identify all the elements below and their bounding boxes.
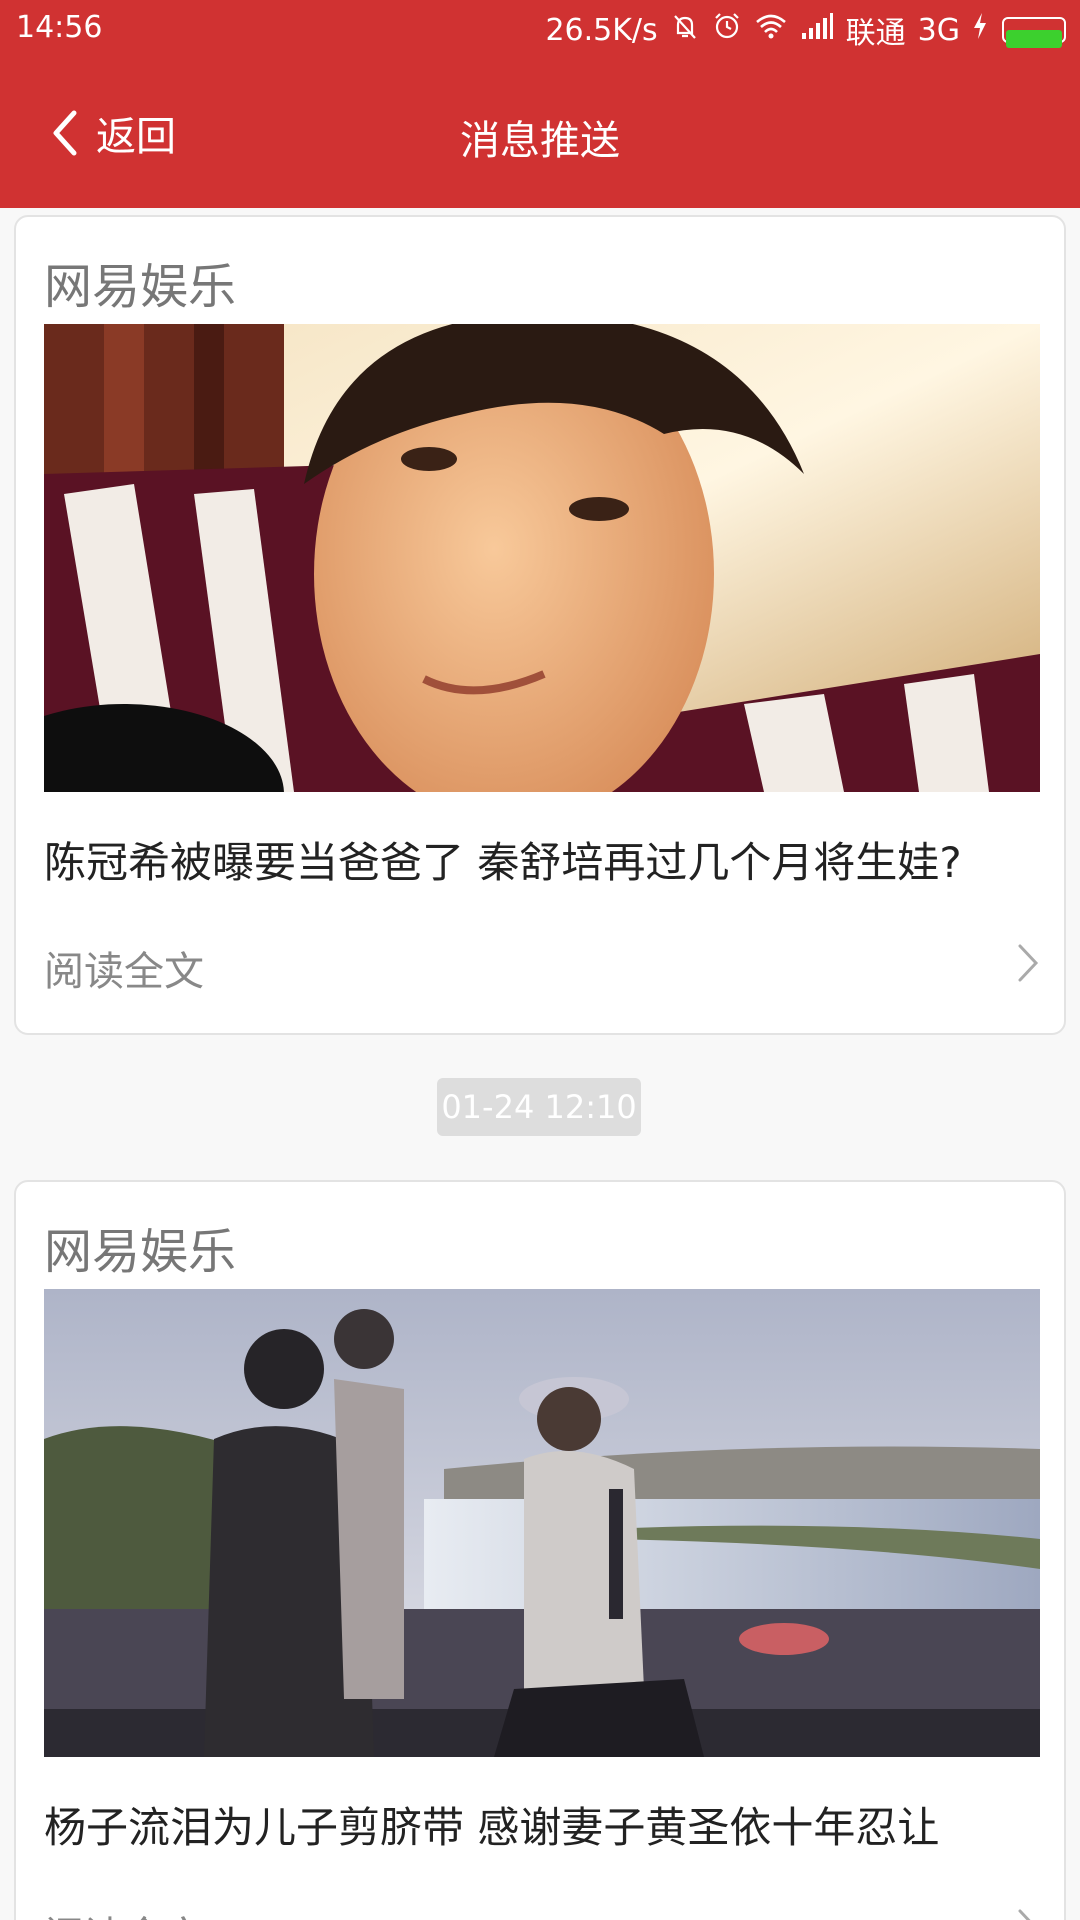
network-speed: 26.5K/s <box>545 12 658 48</box>
message-source: 网易娱乐 <box>44 1224 237 1280</box>
charging-icon <box>972 11 988 49</box>
battery-icon <box>1002 17 1066 48</box>
page-title: 消息推送 <box>460 118 620 164</box>
message-source: 网易娱乐 <box>44 259 237 315</box>
app-header: 14:56 26.5K/s 联通 3G 返回 消息推送 <box>0 0 1080 208</box>
signal-icon <box>800 11 834 49</box>
news-photo[interactable] <box>44 324 1040 792</box>
chevron-right-icon <box>1018 1909 1031 1920</box>
read-more-link[interactable]: 阅读全文 <box>44 939 204 997</box>
chevron-right-icon <box>1018 944 1039 982</box>
wifi-icon <box>754 11 788 49</box>
message-card[interactable]: 网易娱乐 <box>14 215 1066 1035</box>
message-card[interactable]: 网易娱乐 <box>14 1180 1066 1920</box>
message-timestamp: 01-24 12:10 <box>437 1078 641 1136</box>
message-headline: 陈冠希被曝要当爸爸了 秦舒培再过几个月将生娃? <box>44 838 962 887</box>
carrier: 联通 <box>845 16 906 51</box>
alarm-icon <box>712 11 742 49</box>
news-photo[interactable] <box>44 1289 1040 1757</box>
read-more-link[interactable]: 阅读全文 <box>44 1904 204 1920</box>
status-bar: 14:56 26.5K/s 联通 3G <box>0 0 1080 58</box>
status-time: 14:56 <box>16 10 103 45</box>
message-headline: 杨子流泪为儿子剪脐带 感谢妻子黄圣依十年忍让 <box>44 1803 940 1852</box>
bell-off-icon <box>670 11 700 49</box>
network-type: 3G <box>917 12 960 48</box>
status-icons: 26.5K/s 联通 3G <box>545 8 1066 52</box>
